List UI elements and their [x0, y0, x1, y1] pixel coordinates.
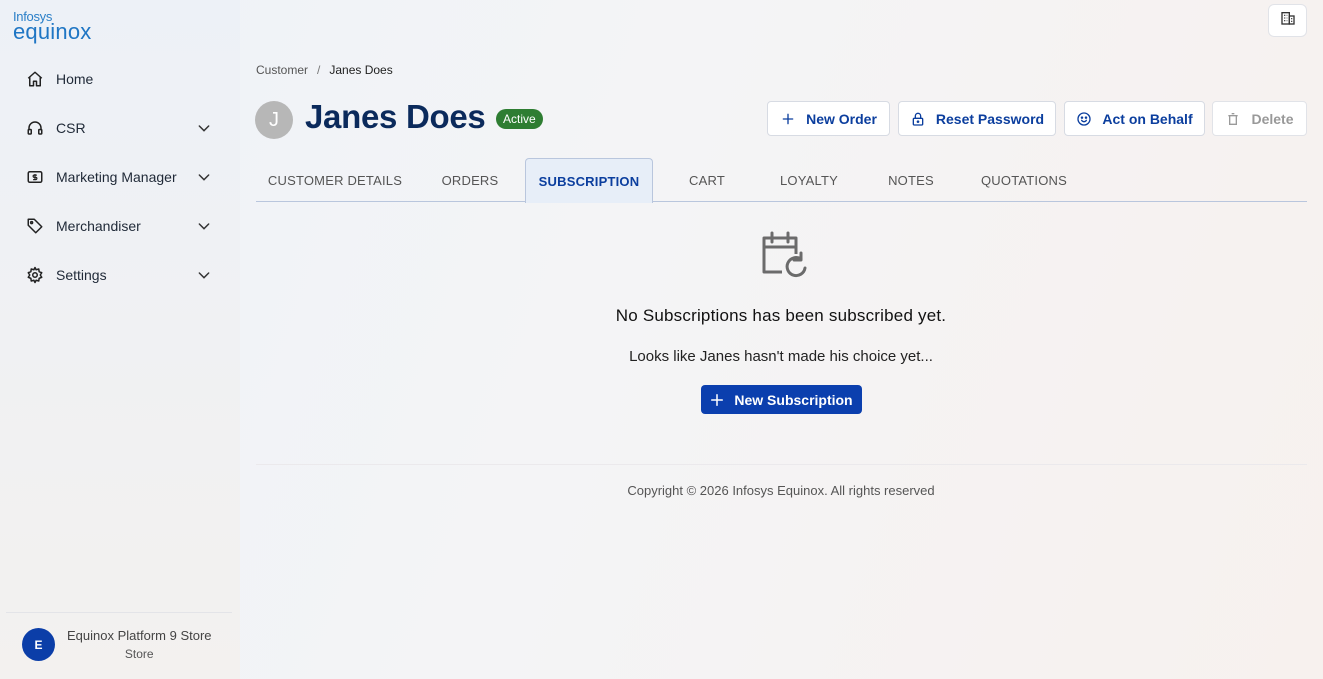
trash-icon	[1225, 111, 1241, 127]
sidebar-item-marketing-manager[interactable]: Marketing Manager	[26, 162, 214, 192]
tag-icon	[26, 217, 44, 235]
chevron-down-icon[interactable]	[196, 169, 212, 185]
reset-password-label: Reset Password	[935, 110, 1045, 127]
chevron-down-icon[interactable]	[196, 267, 212, 283]
chevron-down-icon[interactable]	[196, 218, 212, 234]
plus-icon	[780, 111, 796, 127]
new-subscription-label: New Subscription	[734, 391, 853, 408]
lock-icon	[910, 111, 926, 127]
empty-state-subtitle: Looks like Janes hasn't made his choice …	[629, 348, 933, 365]
customer-avatar: J	[255, 101, 293, 139]
sidebar-item-label: CSR	[56, 120, 86, 136]
reset-password-button[interactable]: Reset Password	[898, 101, 1056, 136]
customer-tabs: CUSTOMER DETAILS ORDERS SUBSCRIPTION CAR…	[256, 158, 1307, 203]
store-name: Equinox Platform 9 Store	[67, 628, 212, 643]
calendar-refresh-icon	[758, 230, 808, 278]
breadcrumb-customer-link[interactable]: Customer	[256, 63, 308, 77]
act-on-behalf-label: Act on Behalf	[1102, 110, 1193, 127]
breadcrumb: Customer / Janes Does	[256, 63, 393, 77]
home-icon	[26, 70, 44, 88]
store-switcher[interactable]: E Equinox Platform 9 Store Store	[22, 628, 212, 661]
delete-button[interactable]: Delete	[1212, 101, 1307, 136]
gear-icon	[26, 266, 44, 284]
sidebar-item-label: Home	[56, 71, 94, 87]
footer-divider	[256, 464, 1307, 465]
delete-label: Delete	[1251, 110, 1294, 127]
store-avatar: E	[22, 628, 55, 661]
tab-subscription[interactable]: SUBSCRIPTION	[525, 158, 653, 203]
sidebar-item-csr[interactable]: CSR	[26, 113, 214, 143]
sidebar-item-label: Marketing Manager	[56, 169, 177, 185]
act-on-behalf-button[interactable]: Act on Behalf	[1064, 101, 1205, 136]
sidebar-item-label: Settings	[56, 267, 107, 283]
tab-customer-details[interactable]: CUSTOMER DETAILS	[256, 158, 414, 202]
building-icon	[1280, 10, 1296, 31]
tab-cart[interactable]: CART	[665, 158, 749, 202]
infosys-equinox-logo[interactable]: Infosys equinox	[13, 10, 91, 43]
new-subscription-button[interactable]: New Subscription	[701, 385, 862, 414]
sidebar: Infosys equinox Home CSR Marketing Manag…	[0, 0, 240, 679]
empty-state-title: No Subscriptions has been subscribed yet…	[615, 306, 947, 325]
sidebar-divider	[6, 612, 232, 613]
new-order-button[interactable]: New Order	[767, 101, 890, 136]
smiley-icon	[1076, 111, 1092, 127]
tab-orders[interactable]: ORDERS	[426, 158, 514, 202]
breadcrumb-separator: /	[317, 63, 321, 77]
tab-loyalty[interactable]: LOYALTY	[761, 158, 857, 202]
sidebar-item-home[interactable]: Home	[26, 64, 214, 94]
tab-quotations[interactable]: QUOTATIONS	[965, 158, 1083, 202]
new-order-label: New Order	[806, 110, 877, 127]
plus-icon	[710, 393, 724, 407]
building-icon-button[interactable]	[1268, 4, 1307, 37]
store-type: Store	[124, 647, 154, 661]
store-info: Equinox Platform 9 Store Store	[67, 628, 212, 661]
copyright-text: Copyright © 2026 Infosys Equinox. All ri…	[627, 483, 935, 498]
chevron-down-icon[interactable]	[196, 120, 212, 136]
page-title: Janes Does	[305, 98, 486, 135]
sidebar-item-merchandiser[interactable]: Merchandiser	[26, 211, 214, 241]
sidebar-item-label: Merchandiser	[56, 218, 141, 234]
headset-icon	[26, 119, 44, 137]
logo-line-2: equinox	[13, 19, 92, 44]
tab-notes[interactable]: NOTES	[869, 158, 953, 202]
breadcrumb-current: Janes Does	[329, 63, 393, 77]
dollar-card-icon	[26, 168, 44, 186]
status-badge: Active	[496, 109, 543, 129]
sidebar-item-settings[interactable]: Settings	[26, 260, 214, 290]
